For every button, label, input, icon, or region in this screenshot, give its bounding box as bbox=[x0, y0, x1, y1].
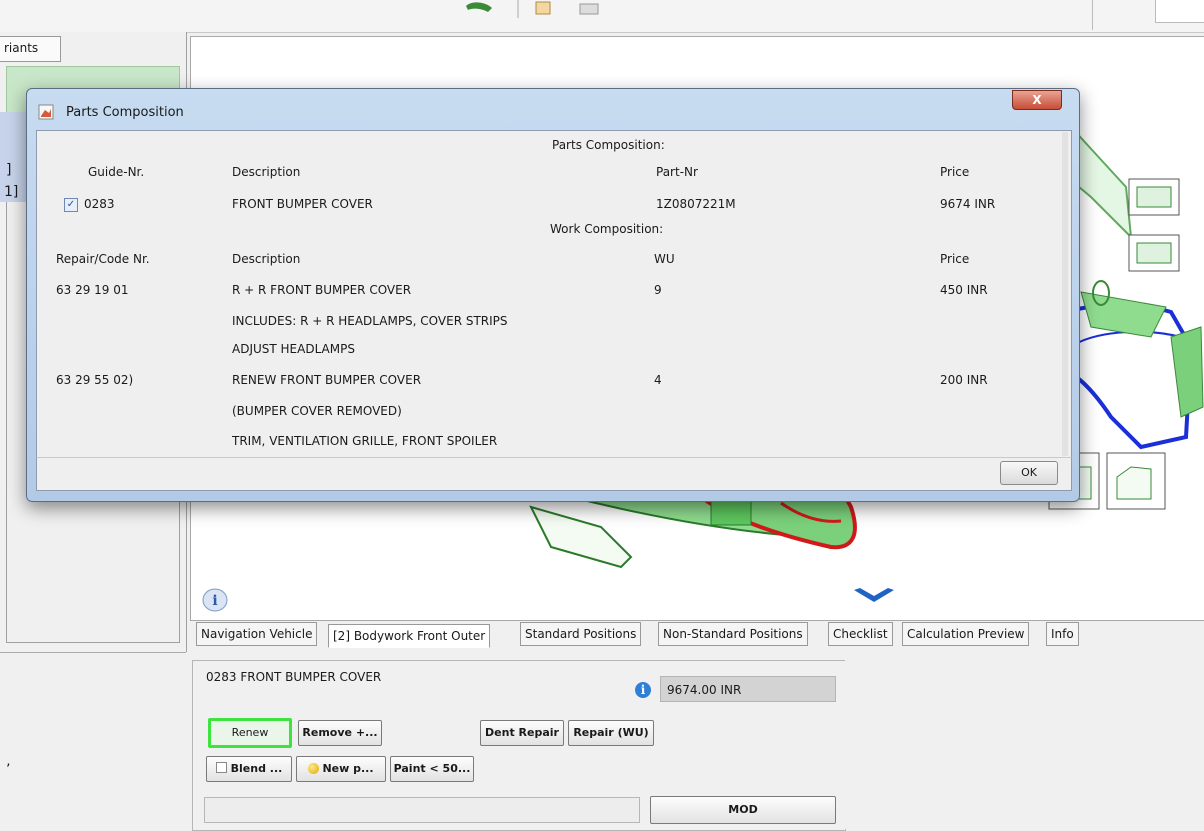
tab-non-standard-positions[interactable]: Non-Standard Positions bbox=[658, 622, 808, 646]
work-row-description: TRIM, VENTILATION GRILLE, FRONT SPOILER bbox=[232, 434, 498, 448]
col-wu: WU bbox=[654, 252, 675, 266]
dialog-footer bbox=[36, 457, 1072, 491]
grid-icon bbox=[579, 3, 599, 15]
work-row-price: 200 INR bbox=[940, 373, 988, 387]
bottom-right-panel bbox=[845, 660, 1204, 829]
app-icon bbox=[38, 104, 54, 120]
mod-button[interactable]: MOD bbox=[650, 796, 836, 824]
work-row-wu: 9 bbox=[654, 283, 662, 297]
grille-insert-part bbox=[529, 505, 633, 569]
col-work-description: Description bbox=[232, 252, 301, 266]
bottom-left-panel bbox=[0, 652, 186, 830]
work-row-code: 63 29 55 02) bbox=[56, 373, 134, 387]
close-icon[interactable]: X bbox=[1012, 90, 1062, 110]
col-price: Price bbox=[940, 165, 970, 179]
blend-button-label: Blend ... bbox=[230, 762, 283, 775]
dialog-title: Parts Composition bbox=[66, 105, 184, 120]
left-bracket-label-1: ] bbox=[6, 162, 12, 178]
paint-button[interactable]: Paint < 50... bbox=[390, 756, 474, 782]
col-work-price: Price bbox=[940, 252, 970, 266]
repair-wu-button[interactable]: Repair (WU) bbox=[568, 720, 654, 746]
chevron-down-icon[interactable] bbox=[852, 586, 896, 606]
remove-install-button[interactable]: Remove +... bbox=[298, 720, 382, 746]
work-row-description: INCLUDES: R + R HEADLAMPS, COVER STRIPS bbox=[232, 314, 508, 328]
tab-standard-positions[interactable]: Standard Positions bbox=[520, 622, 642, 646]
toolbar-divider bbox=[1092, 0, 1093, 30]
work-row-description: R + R FRONT BUMPER COVER bbox=[232, 283, 412, 297]
renew-button[interactable]: Renew bbox=[208, 718, 292, 748]
part-number-value: 1Z0807221M bbox=[656, 197, 736, 211]
work-row-description: RENEW FRONT BUMPER COVER bbox=[232, 373, 422, 387]
left-bottom-mark: ’ bbox=[6, 762, 11, 778]
top-toolbar bbox=[0, 0, 1204, 33]
tab-checklist[interactable]: Checklist bbox=[828, 622, 893, 646]
part-price-value: 9674 INR bbox=[940, 197, 996, 211]
col-part-nr: Part-Nr bbox=[656, 165, 698, 179]
tab-navigation-vehicle[interactable]: Navigation Vehicle bbox=[196, 622, 318, 646]
edit-icon bbox=[535, 1, 551, 15]
car-parts-icon bbox=[466, 2, 492, 13]
work-row-description: (BUMPER COVER REMOVED) bbox=[232, 404, 402, 418]
tab-variants[interactable]: riants bbox=[0, 36, 61, 62]
dialog-content bbox=[36, 130, 1072, 458]
new-part-button[interactable]: New p... bbox=[296, 756, 386, 782]
blend-button[interactable]: Blend ... bbox=[206, 756, 292, 782]
yellow-dot-icon bbox=[308, 763, 320, 774]
price-info-icon[interactable]: i bbox=[635, 682, 651, 698]
col-guide-nr: Guide-Nr. bbox=[88, 165, 145, 179]
top-right-field[interactable] bbox=[1155, 0, 1204, 23]
new-part-button-label: New p... bbox=[322, 762, 374, 775]
bottom-input-field[interactable] bbox=[204, 797, 640, 823]
work-row-code: 63 29 19 01 bbox=[56, 283, 129, 297]
col-repair-code: Repair/Code Nr. bbox=[56, 252, 150, 266]
dent-repair-button[interactable]: Dent Repair bbox=[480, 720, 564, 746]
work-row-price: 450 INR bbox=[940, 283, 988, 297]
part-price-field: 9674.00 INR bbox=[660, 676, 836, 702]
tab-calculation-preview[interactable]: Calculation Preview bbox=[902, 622, 1030, 646]
dialog-scrollbar[interactable] bbox=[1062, 132, 1068, 456]
ok-button[interactable]: OK bbox=[1000, 461, 1058, 485]
work-row-wu: 4 bbox=[654, 373, 662, 387]
tab-bodywork-front-outer[interactable]: [2] Bodywork Front Outer bbox=[328, 624, 491, 648]
parts-heading: Parts Composition: bbox=[552, 138, 665, 152]
part-guide-value: 0283 bbox=[84, 197, 115, 211]
left-bracket-label-2: 1] bbox=[4, 184, 19, 200]
work-heading: Work Composition: bbox=[550, 222, 664, 236]
col-description: Description bbox=[232, 165, 301, 179]
selected-part-label: 0283 FRONT BUMPER COVER bbox=[206, 670, 382, 684]
tab-info[interactable]: Info bbox=[1046, 622, 1079, 646]
work-row-description: ADJUST HEADLAMPS bbox=[232, 342, 355, 356]
part-description-value: FRONT BUMPER COVER bbox=[232, 197, 373, 211]
tab-bar: Navigation Vehicle [2] Bodywork Front Ou… bbox=[190, 622, 1204, 648]
toolbar-icons[interactable] bbox=[462, 0, 602, 18]
svg-text:i: i bbox=[212, 593, 217, 609]
info-icon[interactable]: i bbox=[202, 586, 228, 612]
part-select-checkbox[interactable]: ✓ bbox=[64, 198, 78, 212]
blend-checkbox-icon bbox=[215, 762, 227, 773]
